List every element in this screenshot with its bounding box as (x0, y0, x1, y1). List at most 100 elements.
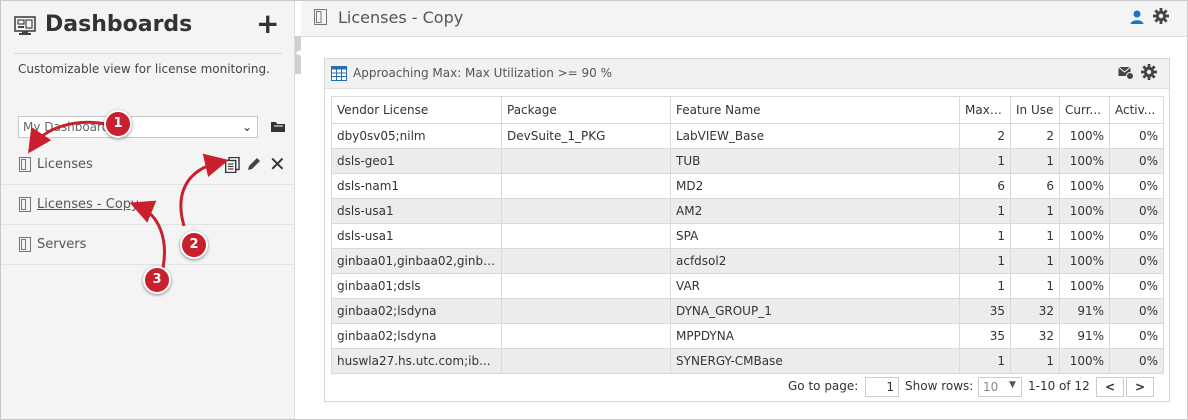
table-cell: 6 (1010, 173, 1060, 199)
previous-page-button[interactable]: < (1096, 377, 1124, 397)
pencil-icon[interactable] (247, 157, 261, 171)
table-cell: 0% (1109, 223, 1164, 249)
table-cell: 32 (1010, 298, 1060, 324)
table-cell: 0% (1109, 248, 1164, 274)
table-row[interactable]: ginbaa01;dsls VAR 1 1 100% 0% (331, 273, 1164, 299)
table-cell: ginbaa01,ginbaa02,ginba... (331, 248, 502, 274)
table-row[interactable]: dsls-usa1 AM2 1 1 100% 0% (331, 198, 1164, 224)
table-cell: 2 (1010, 123, 1060, 149)
chevron-down-icon: ▼ (1009, 380, 1016, 390)
column-header[interactable]: Package (501, 96, 671, 124)
table-row[interactable]: dby0sv05;nilm DevSuite_1_PKG LabVIEW_Base 2… (331, 123, 1164, 149)
table-row[interactable]: dsls-geo1 TUB 1 1 100% 0% (331, 148, 1164, 174)
table-cell: SYNERGY-CMBase (670, 348, 960, 374)
add-dashboard-button[interactable]: + (256, 10, 279, 38)
copy-icon[interactable] (225, 157, 240, 173)
table-cell: 0% (1109, 298, 1164, 324)
table-cell: huswla27.hs.utc.com;ib... (331, 348, 502, 374)
sidebar-item-label: Licenses (37, 157, 93, 172)
table-cell: DYNA_GROUP_1 (670, 298, 960, 324)
table-cell: 100% (1059, 348, 1110, 374)
sidebar: Dashboards + Customizable view for licen… (1, 1, 295, 419)
user-icon[interactable] (1130, 10, 1144, 24)
widget-panel: Approaching Max: Max Utilization >= 90 % (324, 58, 1170, 402)
next-page-button[interactable]: > (1126, 377, 1154, 397)
widget-header: Approaching Max: Max Utilization >= 90 % (325, 59, 1169, 89)
column-header[interactable]: Vendor License (331, 96, 502, 124)
page-number-input[interactable]: 1 (865, 377, 899, 397)
table-row[interactable]: ginbaa02;lsdyna MPPDYNA 35 32 91% 0% (331, 323, 1164, 349)
table-cell: 2 (959, 123, 1011, 149)
sidebar-item-licenses-copy[interactable]: Licenses - Copy (1, 185, 295, 225)
table-cell: DevSuite_1_PKG (501, 123, 671, 149)
table-cell: 35 (959, 323, 1011, 349)
table-cell: 0% (1109, 148, 1164, 174)
column-header[interactable]: Max ... (959, 96, 1011, 124)
table-cell: MD2 (670, 173, 960, 199)
close-icon[interactable]: ✕ (269, 152, 286, 176)
sidebar-title: Dashboards (45, 12, 193, 37)
report-icon (19, 157, 31, 172)
table-cell: TUB (670, 148, 960, 174)
table-cell: dby0sv05;nilm (331, 123, 502, 149)
table-cell: 100% (1059, 173, 1110, 199)
sidebar-item-servers[interactable]: Servers (1, 225, 295, 265)
table-cell: 0% (1109, 198, 1164, 224)
table-icon (331, 66, 347, 81)
table-cell: ginbaa01;dsls (331, 273, 502, 299)
table-cell: 1 (1010, 248, 1060, 274)
table-cell: 91% (1059, 323, 1110, 349)
table-cell: AM2 (670, 198, 960, 224)
table-cell (501, 323, 671, 349)
table-cell: 35 (959, 298, 1011, 324)
table-cell (501, 298, 671, 324)
table-cell: 0% (1109, 123, 1164, 149)
table-row[interactable]: huswla27.hs.utc.com;ib... SYNERGY-CMBase 1… (331, 348, 1164, 374)
table-cell: 1 (1010, 348, 1060, 374)
table-cell: 1 (959, 148, 1011, 174)
table-cell (501, 223, 671, 249)
folder-icon[interactable] (270, 119, 286, 133)
table-cell: 1 (1010, 223, 1060, 249)
table-cell (501, 198, 671, 224)
table-cell: 100% (1059, 248, 1110, 274)
table-cell: 91% (1059, 298, 1110, 324)
table-cell: 1 (959, 198, 1011, 224)
table-cell: 0% (1109, 323, 1164, 349)
table-cell (501, 348, 671, 374)
gear-icon[interactable] (1141, 64, 1157, 80)
column-header[interactable]: In Use (1010, 96, 1060, 124)
gear-icon[interactable] (1153, 8, 1169, 24)
table-row[interactable]: dsls-nam1 MD2 6 6 100% 0% (331, 173, 1164, 199)
column-header[interactable]: Activ... (1109, 96, 1164, 124)
table-row[interactable]: dsls-usa1 SPA 1 1 100% 0% (331, 223, 1164, 249)
report-icon (19, 237, 31, 252)
row-count: 1-10 of 12 (1028, 379, 1090, 393)
table-row[interactable]: ginbaa02;lsdyna DYNA_GROUP_1 35 32 91% 0% (331, 298, 1164, 324)
table-cell: 1 (959, 348, 1011, 374)
pagination: Go to page: 1 Show rows: 10 ▼ 1-10 of 12… (325, 372, 1169, 402)
table-row[interactable]: ginbaa01,ginbaa02,ginba... acfdsol2 1 1 100%… (331, 248, 1164, 274)
column-header[interactable]: Curr... (1059, 96, 1110, 124)
table-cell: 0% (1109, 273, 1164, 299)
report-icon (19, 197, 31, 212)
callout-badge-3: 3 (143, 266, 171, 294)
table-cell: 1 (1010, 198, 1060, 224)
page-title: Licenses - Copy (338, 8, 464, 27)
table-cell: dsls-usa1 (331, 198, 502, 224)
table-cell (501, 173, 671, 199)
table-cell: 1 (1010, 273, 1060, 299)
table-cell: 1 (959, 248, 1011, 274)
email-alert-icon[interactable] (1118, 65, 1134, 80)
show-rows-label: Show rows: (905, 379, 974, 393)
dashboard-group-select[interactable]: My Dashboards (18, 116, 258, 138)
callout-badge-2: 2 (180, 231, 208, 259)
sidebar-item-label: Licenses - Copy (37, 197, 139, 212)
table-cell (501, 248, 671, 274)
sidebar-item-label: Servers (37, 237, 87, 252)
column-header[interactable]: Feature Name (670, 96, 960, 124)
dashboard-icon (14, 16, 36, 35)
table-header-row: Vendor License Package Feature Name Max … (331, 96, 1164, 124)
table-cell: 100% (1059, 123, 1110, 149)
table-cell: 32 (1010, 323, 1060, 349)
